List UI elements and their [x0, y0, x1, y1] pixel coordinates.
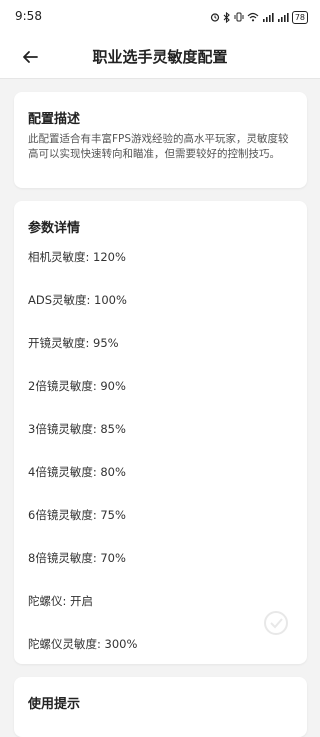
tips-title: 使用提示: [28, 697, 81, 712]
param-item-scope: 开镜灵敏度: 95%: [28, 336, 119, 350]
param-item-6x: 6倍镜灵敏度: 75%: [28, 508, 126, 522]
status-icons: 78: [210, 10, 308, 24]
param-item-2x: 2倍镜灵敏度: 90%: [28, 379, 126, 393]
description-card: 配置描述 此配置适合有丰富FPS游戏经验的高水平玩家，灵敏度较高可以实现快速转向…: [14, 92, 307, 188]
params-card: 参数详情 相机灵敏度: 120% ADS灵敏度: 100% 开镜灵敏度: 95%…: [14, 201, 307, 664]
param-item-camera: 相机灵敏度: 120%: [28, 250, 126, 264]
watermark-icon: [264, 611, 288, 635]
signal-icon-2: [277, 12, 289, 22]
param-item-3x: 3倍镜灵敏度: 85%: [28, 422, 126, 436]
param-item-8x: 8倍镜灵敏度: 70%: [28, 551, 126, 565]
alarm-icon: [210, 12, 220, 22]
status-time: 9:58: [15, 9, 42, 23]
tips-card: 使用提示: [14, 677, 307, 737]
vibrate-icon: [234, 12, 244, 22]
description-title: 配置描述: [28, 112, 81, 127]
params-title: 参数详情: [28, 221, 81, 236]
app-bar: 职业选手灵敏度配置: [0, 36, 320, 79]
param-item-ads: ADS灵敏度: 100%: [28, 293, 127, 307]
bluetooth-icon: [223, 11, 231, 23]
param-item-4x: 4倍镜灵敏度: 80%: [28, 465, 126, 479]
param-item-gyro-sensitivity: 陀螺仪灵敏度: 300%: [28, 637, 138, 651]
signal-icon-1: [262, 12, 274, 22]
page-title: 职业选手灵敏度配置: [92, 48, 228, 66]
battery-indicator: 78: [291, 10, 308, 24]
status-bar: 9:58 78: [0, 0, 320, 36]
description-text: 此配置适合有丰富FPS游戏经验的高水平玩家，灵敏度较高可以实现快速转向和瞄准，但…: [28, 133, 289, 160]
wifi-icon: [247, 12, 259, 22]
param-item-gyro: 陀螺仪: 开启: [28, 594, 94, 608]
